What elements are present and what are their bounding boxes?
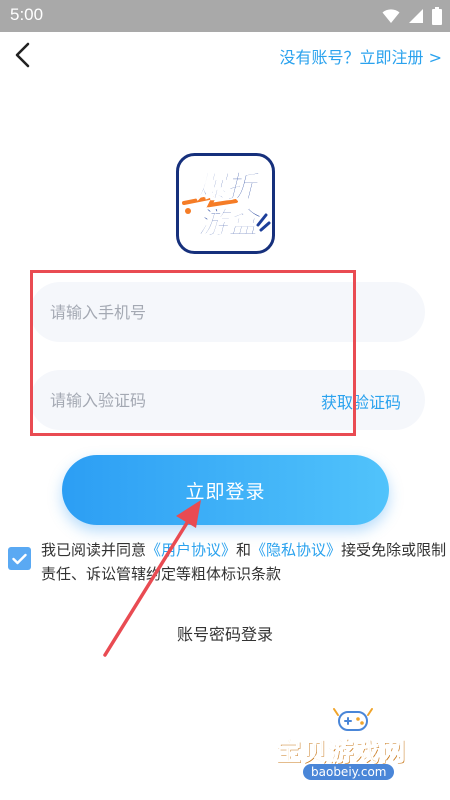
- cellular-signal-icon: [409, 9, 423, 23]
- login-button[interactable]: 立即登录: [62, 455, 389, 525]
- user-agreement-link[interactable]: 《用户协议》: [146, 541, 236, 559]
- phone-field-container: [30, 282, 425, 342]
- checkmark-icon: [12, 553, 27, 564]
- privacy-agreement-link[interactable]: 《隐私协议》: [251, 541, 341, 559]
- password-login-link[interactable]: 账号密码登录: [0, 621, 450, 645]
- app-logo: 爆折 游盒: [176, 153, 275, 254]
- get-code-button[interactable]: 获取验证码: [321, 389, 401, 413]
- logo-text-line1: 爆折: [196, 170, 261, 205]
- agreement-prefix: 我已阅读并同意: [41, 541, 147, 559]
- agreement-and: 和: [236, 541, 252, 559]
- agreement-checkbox[interactable]: [8, 547, 31, 570]
- wifi-icon: [382, 9, 400, 23]
- logo-text-line2: 游盒: [198, 206, 263, 241]
- watermark: 宝贝游戏网 baobeiy.com: [270, 700, 450, 800]
- battery-icon: [432, 7, 442, 25]
- status-time: 5:00: [10, 5, 44, 24]
- watermark-url: baobeiy.com: [303, 764, 395, 780]
- watermark-text: 宝贝游戏网: [275, 737, 407, 767]
- register-link[interactable]: 没有账号？立即注册 >: [280, 44, 443, 68]
- status-icons: [382, 7, 442, 25]
- phone-input[interactable]: [50, 282, 290, 342]
- status-bar: 5:00: [0, 0, 450, 32]
- agreement-text: 我已阅读并同意《用户协议》和《隐私协议》接受免除或限制责任、诉讼管辖约定等粗体标…: [41, 538, 447, 586]
- code-field-container: 获取验证码: [30, 370, 425, 430]
- back-button[interactable]: [6, 38, 40, 72]
- verification-code-input[interactable]: [50, 370, 290, 430]
- chevron-left-icon: [15, 42, 30, 68]
